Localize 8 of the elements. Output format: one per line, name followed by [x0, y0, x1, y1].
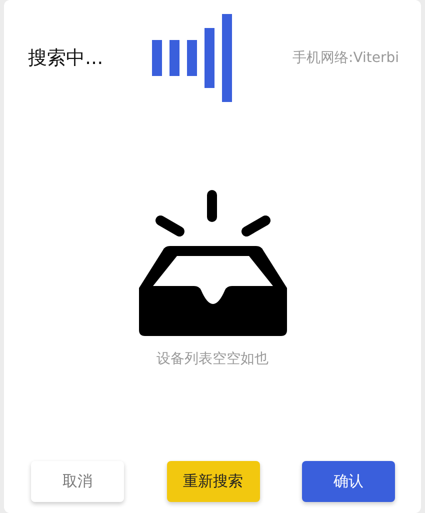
- dialog-title: 搜索中...: [28, 46, 104, 71]
- empty-tray-icon: [136, 190, 288, 336]
- confirm-button[interactable]: 确认: [302, 461, 395, 502]
- cancel-button[interactable]: 取消: [31, 461, 124, 502]
- signal-bars-icon: [152, 14, 234, 102]
- retry-button[interactable]: 重新搜索: [166, 461, 260, 502]
- empty-message: 设备列表空空如也: [156, 350, 268, 368]
- network-name: 手机网络:Viterbi: [292, 49, 399, 67]
